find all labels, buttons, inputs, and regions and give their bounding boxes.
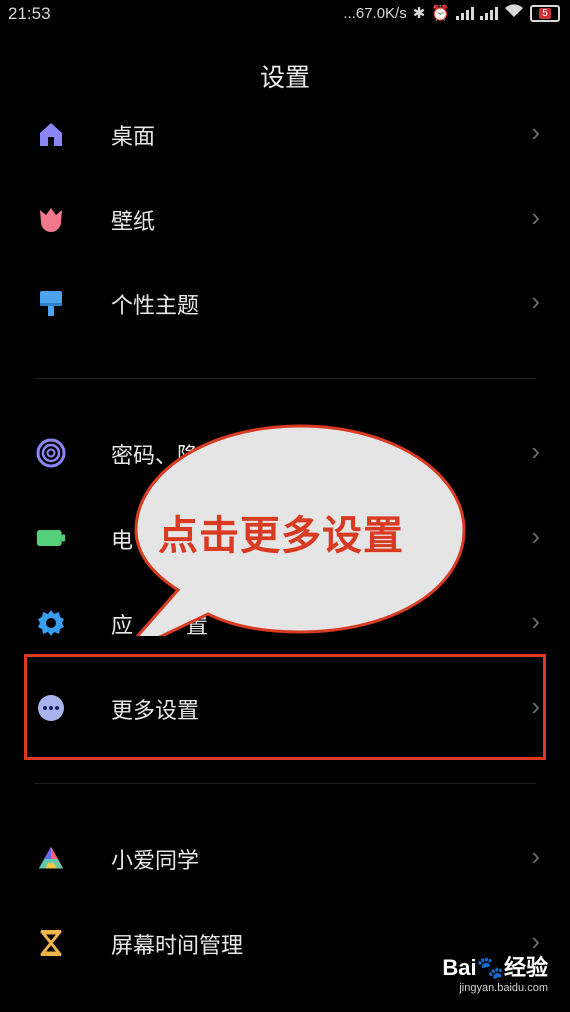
fingerprint-icon	[36, 438, 66, 468]
xiaoai-icon	[36, 843, 66, 873]
chevron-right-icon: ›	[531, 841, 540, 871]
chevron-right-icon: ›	[531, 521, 540, 551]
menu-item-theme[interactable]: 个性主题 ›	[0, 262, 570, 346]
status-bar: 21:53 ...67.0K/s ✱ ⏰ 5	[0, 0, 570, 30]
menu-label: 应	[111, 613, 134, 638]
watermark: Bai🐾经验 jingyan.baidu.com	[442, 950, 548, 994]
battery-level: 5	[539, 7, 551, 19]
menu-label: 壁纸	[111, 209, 156, 234]
battery-icon: 5	[530, 4, 560, 22]
hourglass-icon	[36, 928, 66, 958]
gear-icon	[36, 608, 66, 638]
network-speed: ...67.0K/s	[343, 4, 407, 22]
menu-label: 电	[111, 528, 134, 553]
watermark-url: jingyan.baidu.com	[459, 982, 548, 994]
wifi-icon	[504, 4, 524, 22]
menu-label: 个性主题	[111, 293, 200, 318]
chevron-right-icon: ›	[531, 606, 540, 636]
menu-label: 小爱同学	[111, 848, 200, 873]
flower-icon	[36, 204, 66, 234]
status-time: 21:53	[8, 4, 51, 23]
battery-green-icon	[36, 523, 66, 553]
watermark-brand: Bai🐾经验	[442, 955, 548, 980]
brush-icon	[36, 288, 66, 318]
home-icon	[36, 119, 66, 149]
status-icons: ...67.0K/s ✱ ⏰ 5	[343, 4, 560, 22]
annotation-text: 点击更多设置	[158, 514, 404, 558]
menu-label: 屏幕时间管理	[111, 933, 244, 958]
signal-icon	[456, 6, 474, 20]
chevron-right-icon: ›	[531, 286, 540, 316]
signal-hd-icon	[480, 6, 498, 20]
menu-label: 桌面	[111, 124, 156, 149]
alarm-icon: ⏰	[431, 5, 450, 22]
section-divider	[34, 378, 536, 379]
chevron-right-icon: ›	[531, 436, 540, 466]
bluetooth-icon: ✱	[412, 5, 426, 22]
highlight-box	[24, 654, 546, 760]
menu-item-xiaoai[interactable]: 小爱同学 ›	[0, 817, 570, 901]
menu-item-desktop[interactable]: 桌面 ›	[0, 93, 570, 177]
chevron-right-icon: ›	[531, 117, 540, 147]
section-divider	[34, 783, 536, 784]
page-title: 设置	[259, 64, 310, 92]
chevron-right-icon: ›	[531, 202, 540, 232]
menu-item-wallpaper[interactable]: 壁纸 ›	[0, 178, 570, 262]
